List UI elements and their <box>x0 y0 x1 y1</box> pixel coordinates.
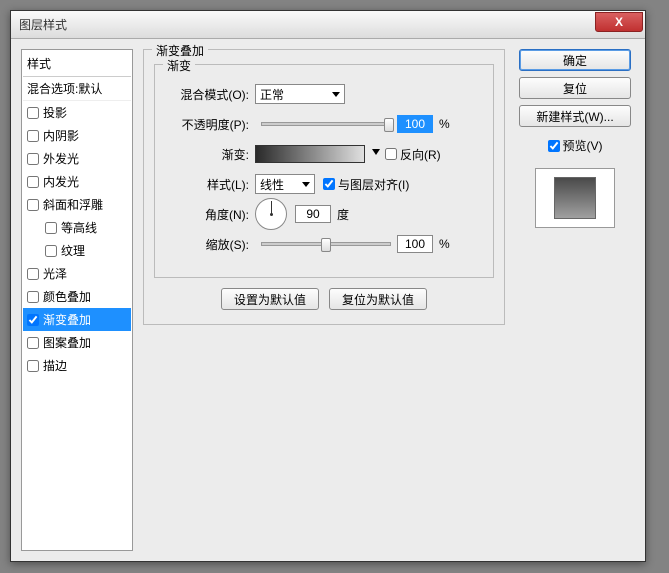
scale-slider[interactable] <box>261 242 391 246</box>
gradient-swatch[interactable] <box>255 145 365 163</box>
styles-heading[interactable]: 样式 <box>23 51 131 77</box>
sidebar-item-label: 内阴影 <box>43 127 79 144</box>
sidebar-item-checkbox[interactable] <box>27 360 39 372</box>
sidebar-item[interactable]: 渐变叠加 <box>23 308 131 331</box>
sidebar-item-label: 渐变叠加 <box>43 311 91 328</box>
sidebar-item-label: 等高线 <box>61 219 97 236</box>
scale-input[interactable] <box>397 235 433 253</box>
preview-checkbox[interactable]: 预览(V) <box>548 137 603 154</box>
scale-unit: % <box>439 237 450 251</box>
sidebar-item-checkbox[interactable] <box>45 222 57 234</box>
sidebar-item[interactable]: 纹理 <box>23 239 131 262</box>
chevron-down-icon <box>332 92 340 97</box>
slider-thumb[interactable] <box>321 238 331 252</box>
sidebar-item-label: 图案叠加 <box>43 334 91 351</box>
sidebar-item-checkbox[interactable] <box>27 176 39 188</box>
chevron-down-icon <box>302 182 310 187</box>
opacity-slider[interactable] <box>261 122 391 126</box>
new-style-button[interactable]: 新建样式(W)... <box>519 105 631 127</box>
angle-input[interactable] <box>295 205 331 223</box>
reset-default-button[interactable]: 复位为默认值 <box>329 288 427 310</box>
window-title: 图层样式 <box>19 16 67 33</box>
scale-label: 缩放(S): <box>167 236 255 253</box>
make-default-button[interactable]: 设置为默认值 <box>221 288 319 310</box>
sidebar-item[interactable]: 投影 <box>23 101 131 124</box>
preview-swatch <box>554 177 596 219</box>
sidebar-item-checkbox[interactable] <box>27 268 39 280</box>
sidebar-item-label: 外发光 <box>43 150 79 167</box>
blend-mode-select[interactable]: 正常 <box>255 84 345 104</box>
center-panel: 渐变叠加 渐变 混合模式(O): 正常 不透明度(P): <box>133 49 515 551</box>
gradient-overlay-group: 渐变叠加 渐变 混合模式(O): 正常 不透明度(P): <box>143 49 505 325</box>
sidebar-item-label: 颜色叠加 <box>43 288 91 305</box>
gradient-label: 渐变: <box>167 146 255 163</box>
close-button[interactable]: X <box>595 12 643 32</box>
reverse-checkbox[interactable]: 反向(R) <box>385 146 441 163</box>
sidebar-item[interactable]: 描边 <box>23 354 131 377</box>
preview-area <box>535 168 615 228</box>
sidebar-item-checkbox[interactable] <box>27 314 39 326</box>
sidebar-item-label: 斜面和浮雕 <box>43 196 103 213</box>
sidebar-item[interactable]: 内发光 <box>23 170 131 193</box>
right-buttons: 确定 复位 新建样式(W)... 预览(V) <box>515 49 635 551</box>
sidebar-item-checkbox[interactable] <box>45 245 57 257</box>
sidebar-item[interactable]: 内阴影 <box>23 124 131 147</box>
angle-unit: 度 <box>337 206 349 223</box>
angle-dial[interactable] <box>255 198 287 230</box>
blending-options-default[interactable]: 混合选项:默认 <box>23 77 131 101</box>
style-select[interactable]: 线性 <box>255 174 315 194</box>
sidebar-item-label: 光泽 <box>43 265 67 282</box>
sidebar-item-label: 描边 <box>43 357 67 374</box>
sidebar-item-checkbox[interactable] <box>27 337 39 349</box>
sidebar-item[interactable]: 光泽 <box>23 262 131 285</box>
styles-list: 样式 混合选项:默认 投影内阴影外发光内发光斜面和浮雕等高线纹理光泽颜色叠加渐变… <box>21 49 133 551</box>
blend-mode-label: 混合模式(O): <box>167 86 255 103</box>
sidebar-item-label: 内发光 <box>43 173 79 190</box>
cancel-button[interactable]: 复位 <box>519 77 631 99</box>
sidebar-item-checkbox[interactable] <box>27 199 39 211</box>
dialog-body: 样式 混合选项:默认 投影内阴影外发光内发光斜面和浮雕等高线纹理光泽颜色叠加渐变… <box>21 49 635 551</box>
align-checkbox[interactable]: 与图层对齐(I) <box>323 176 409 193</box>
sidebar-item[interactable]: 等高线 <box>23 216 131 239</box>
sidebar-item[interactable]: 斜面和浮雕 <box>23 193 131 216</box>
chevron-down-icon <box>372 149 380 155</box>
sidebar-item-checkbox[interactable] <box>27 107 39 119</box>
ok-button[interactable]: 确定 <box>519 49 631 71</box>
preview-box <box>535 168 615 228</box>
sidebar-item-label: 纹理 <box>61 242 85 259</box>
close-icon: X <box>615 16 623 28</box>
slider-thumb[interactable] <box>384 118 394 132</box>
sidebar-item[interactable]: 颜色叠加 <box>23 285 131 308</box>
gradient-legend: 渐变 <box>163 57 195 74</box>
opacity-label: 不透明度(P): <box>167 116 255 133</box>
opacity-input[interactable] <box>397 115 433 133</box>
sidebar-item[interactable]: 外发光 <box>23 147 131 170</box>
sidebar-item[interactable]: 图案叠加 <box>23 331 131 354</box>
sidebar-item-checkbox[interactable] <box>27 291 39 303</box>
sidebar-item-checkbox[interactable] <box>27 153 39 165</box>
dialog-window: 图层样式 X 样式 混合选项:默认 投影内阴影外发光内发光斜面和浮雕等高线纹理光… <box>10 10 646 562</box>
gradient-group: 渐变 混合模式(O): 正常 不透明度(P): <box>154 64 494 278</box>
style-label: 样式(L): <box>167 176 255 193</box>
angle-label: 角度(N): <box>167 206 255 223</box>
sidebar-item-checkbox[interactable] <box>27 130 39 142</box>
titlebar: 图层样式 <box>11 11 645 39</box>
opacity-unit: % <box>439 117 450 131</box>
sidebar-item-label: 投影 <box>43 104 67 121</box>
